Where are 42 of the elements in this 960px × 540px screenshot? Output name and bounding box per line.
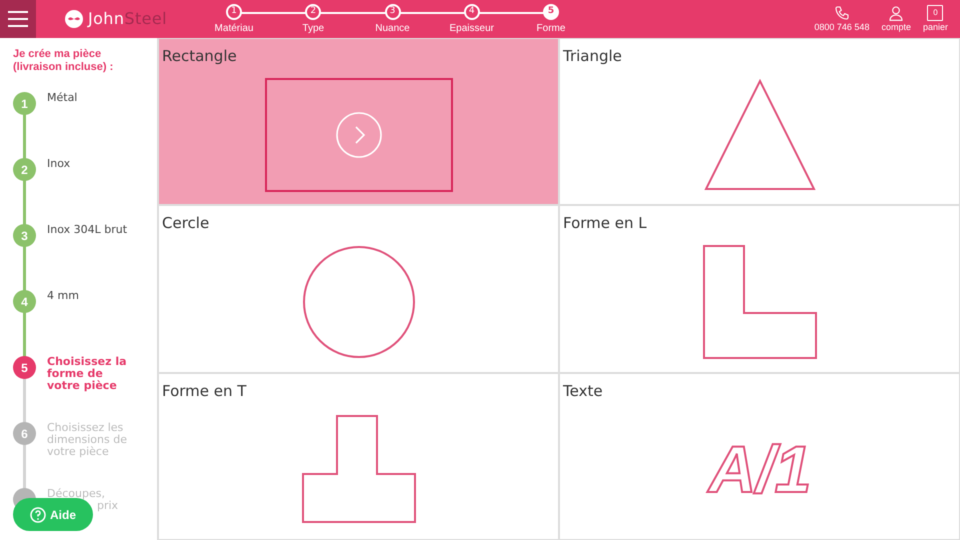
progress-step[interactable]: 3 Nuance	[370, 0, 414, 36]
shape-name: Cercle	[161, 213, 210, 232]
help-icon	[30, 506, 46, 522]
step-label[interactable]: Inox	[47, 158, 131, 170]
shape-option-card[interactable]: Forme en T	[159, 374, 558, 539]
text-shape-sample: A/1	[708, 434, 811, 504]
step-label[interactable]: Inox 304L brut	[47, 224, 131, 236]
step-number: 6	[13, 422, 36, 445]
shape-option-card[interactable]: Texte A/1	[560, 374, 959, 539]
shape-name: Triangle	[562, 46, 623, 65]
shape-option-card[interactable]: Triangle	[560, 39, 959, 204]
step-number: 3	[13, 224, 36, 247]
menu-icon	[8, 11, 28, 27]
shape-option-card[interactable]: Forme en L	[560, 206, 959, 372]
phone-link[interactable]: 0800 746 548	[814, 4, 870, 34]
step-number: 5	[13, 356, 36, 379]
shape-name: Forme en T	[161, 380, 248, 400]
step-label[interactable]: 4 mm	[47, 290, 131, 302]
step-label[interactable]: Choisissez la forme de votre pièce	[47, 356, 131, 392]
step-label[interactable]: Métal	[47, 92, 131, 104]
progress-step[interactable]: 4 Epaisseur	[450, 0, 494, 36]
progress-step[interactable]: 5 Forme	[529, 0, 573, 36]
shape-option-card[interactable]: Rectangle	[159, 39, 558, 204]
step-number: 2	[13, 158, 36, 181]
mustache-logo-icon	[64, 9, 84, 29]
progress-step[interactable]: 1 Matériau	[212, 0, 256, 36]
brand-logo[interactable]: JohnSteel	[88, 7, 167, 31]
account-link[interactable]: compte	[881, 4, 911, 34]
shape-name: Forme en L	[562, 213, 648, 232]
menu-button[interactable]	[0, 0, 36, 38]
shape-name: Rectangle	[161, 46, 238, 65]
help-button[interactable]: Aide	[13, 498, 93, 531]
step-number: 4	[13, 290, 36, 313]
shape-name: Texte	[562, 380, 604, 400]
step-number: 1	[13, 92, 36, 115]
cart-link[interactable]: 0 panier	[922, 2, 948, 34]
sidebar-title: Je crée ma pièce (livraison incluse) :	[13, 48, 114, 74]
phone-icon	[834, 4, 850, 20]
user-icon	[888, 4, 904, 20]
shape-option-card[interactable]: Cercle	[159, 206, 558, 372]
progress-step[interactable]: 2 Type	[291, 0, 336, 36]
bag-icon: 0	[927, 4, 944, 20]
